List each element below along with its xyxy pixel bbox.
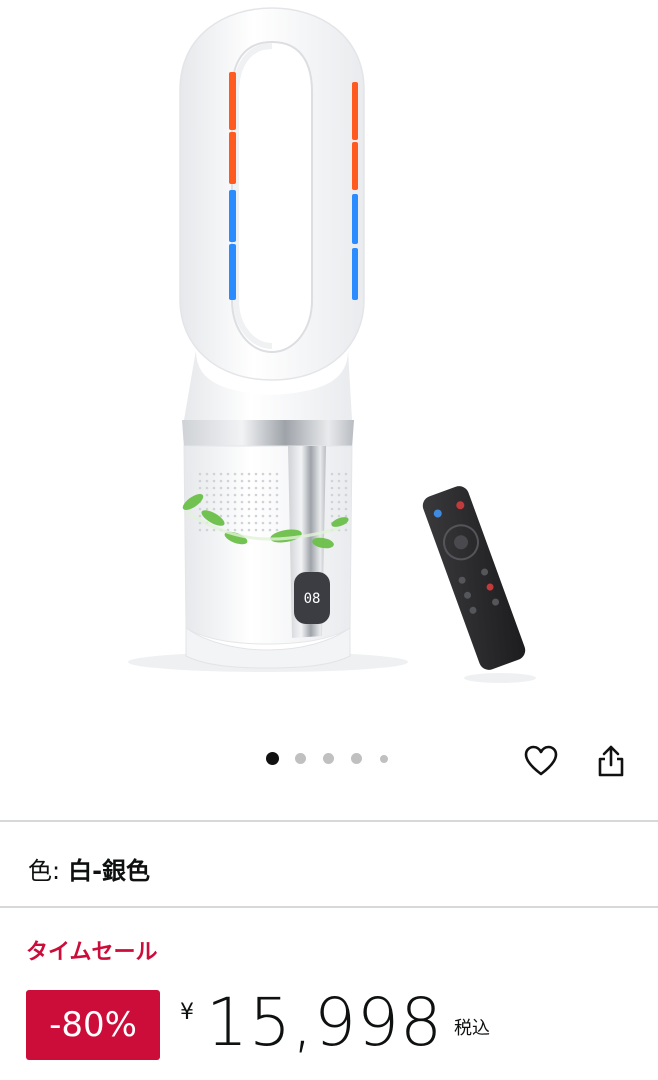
price-value: 15,998 [206, 984, 443, 1061]
discount-badge: -80% [26, 990, 160, 1060]
product-image[interactable]: 08 [0, 0, 658, 730]
image-carousel-dots[interactable] [262, 749, 402, 769]
color-variant[interactable]: 色: 白-銀色 [28, 848, 150, 888]
heart-icon [524, 745, 558, 776]
favorite-button[interactable] [518, 738, 564, 784]
remote-control [422, 486, 526, 670]
bladeless-fan-illustration: 08 [128, 7, 536, 683]
section-divider [0, 820, 658, 822]
carousel-dot[interactable] [323, 753, 334, 764]
carousel-dot[interactable] [351, 753, 362, 764]
carousel-dot[interactable] [295, 753, 306, 764]
color-value: 白-銀色 [68, 856, 151, 885]
time-sale-label: タイムセール [26, 940, 158, 965]
warm-strip-left [229, 72, 236, 130]
share-button[interactable] [588, 738, 634, 784]
carousel-dot[interactable] [380, 755, 388, 763]
price-currency: ¥ [180, 1000, 194, 1025]
carousel-dot[interactable] [266, 752, 279, 765]
fan-display-readout: 08 [304, 591, 321, 607]
color-label: 色: [28, 856, 61, 885]
share-icon [598, 745, 624, 777]
tax-included-note: 税込 [454, 1018, 490, 1039]
section-divider [0, 906, 658, 908]
